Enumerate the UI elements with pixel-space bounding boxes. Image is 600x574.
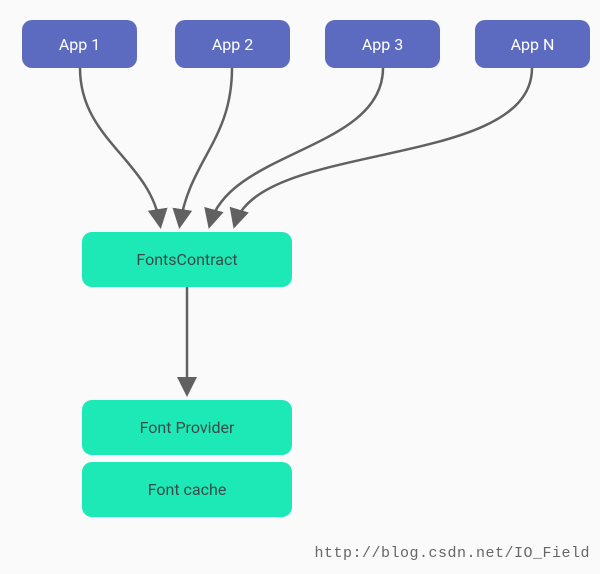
app-3-node: App 3: [325, 20, 440, 68]
font-cache-label: Font cache: [148, 480, 227, 499]
font-cache-node: Font cache: [82, 462, 292, 517]
app-1-node: App 1: [22, 20, 137, 68]
fonts-contract-node: FontsContract: [82, 232, 292, 287]
font-provider-node: Font Provider: [82, 400, 292, 455]
app-1-label: App 1: [59, 35, 100, 54]
app-3-label: App 3: [362, 35, 403, 54]
app-2-node: App 2: [175, 20, 290, 68]
diagram-canvas: App 1 App 2 App 3 App N FontsContract Fo…: [0, 0, 600, 574]
app-n-node: App N: [475, 20, 590, 68]
fonts-contract-label: FontsContract: [136, 250, 237, 269]
app-2-label: App 2: [212, 35, 253, 54]
app-n-label: App N: [511, 35, 555, 54]
watermark-text: http://blog.csdn.net/IO_Field: [314, 545, 590, 562]
font-provider-label: Font Provider: [140, 418, 235, 437]
